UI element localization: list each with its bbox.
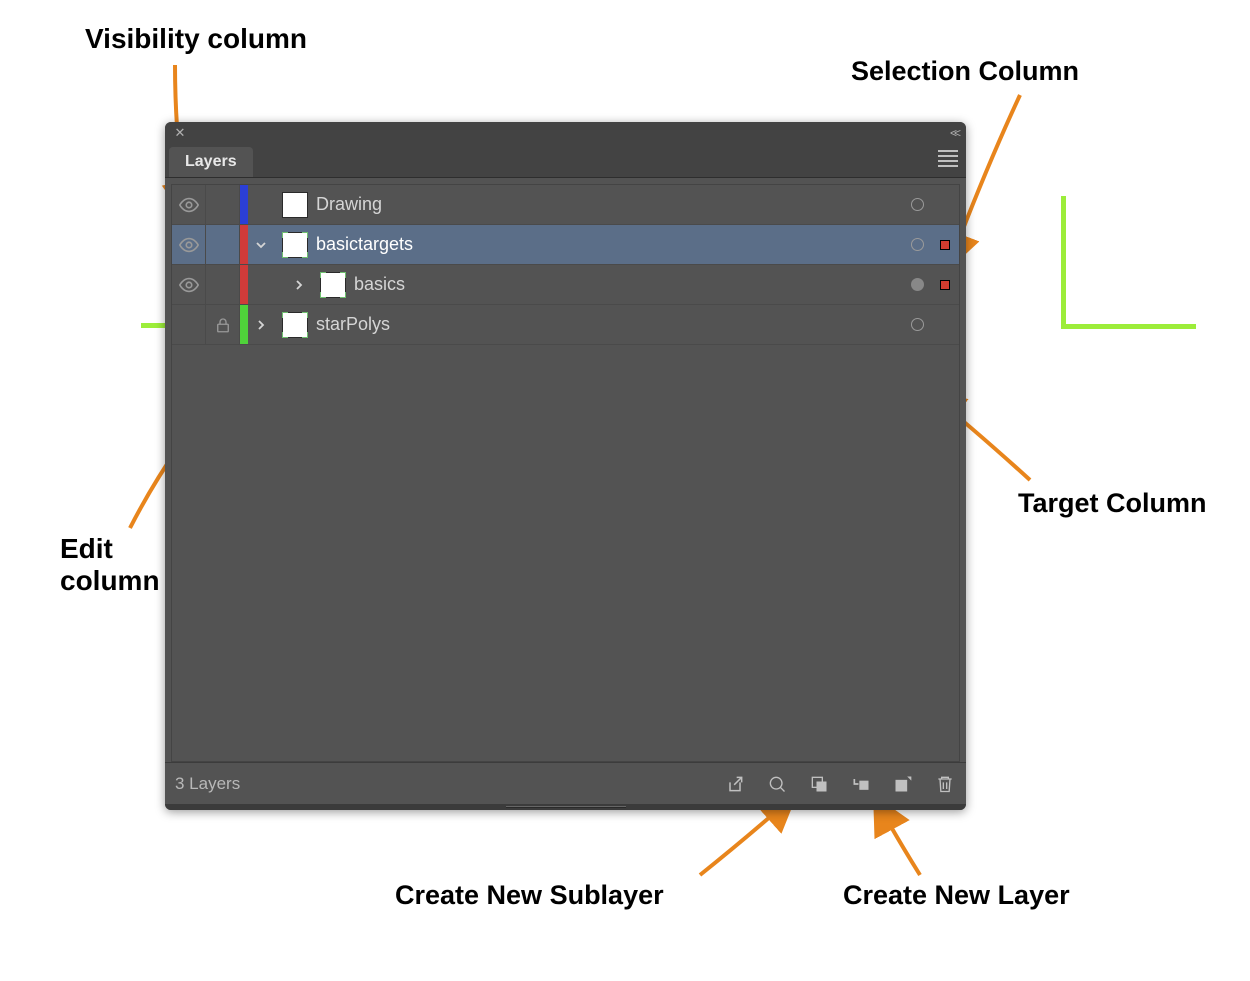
disclosure-triangle[interactable] [248,239,274,251]
layer-name-label[interactable]: basictargets [316,234,903,255]
target-ring-icon [911,318,924,331]
layer-row[interactable]: basictargets [172,225,959,265]
target-ring-icon [911,198,924,211]
export-icon[interactable] [724,773,746,795]
visibility-toggle[interactable] [172,265,206,304]
visibility-toggle[interactable] [172,225,206,264]
visibility-toggle[interactable] [172,305,206,344]
lock-toggle[interactable] [206,225,240,264]
footer-status: 3 Layers [175,774,240,794]
close-icon[interactable]: ✕ [173,125,187,141]
panel-footer: 3 Layers [165,762,966,804]
layer-color-bar [240,305,248,344]
selection-square-icon [940,280,950,290]
target-button[interactable] [903,198,931,211]
disclosure-triangle[interactable] [286,279,312,291]
new-layer-button[interactable] [892,773,914,795]
layer-thumbnail[interactable] [320,272,346,298]
disclosure-triangle[interactable] [248,319,274,331]
layer-row[interactable]: basics [172,265,959,305]
selection-indicator[interactable] [931,280,959,290]
layers-list: Drawing basictargets basics starPolys [171,184,960,762]
layer-name-label[interactable]: Drawing [316,194,903,215]
layer-color-bar [240,185,248,224]
panel-topbar: ✕ << [165,122,966,144]
target-button[interactable] [903,238,931,251]
collapse-icon[interactable]: << [950,126,958,140]
annotation-create-new-layer: Create New Layer [843,880,1070,911]
annotation-target-column: Target Column [1018,488,1207,519]
locate-object-icon[interactable] [766,773,788,795]
annotation-edit-column: Edit column [60,533,160,597]
new-sublayer-button[interactable] [850,773,872,795]
layer-thumbnail[interactable] [282,312,308,338]
visibility-toggle[interactable] [172,185,206,224]
layers-panel: ✕ << Layers Drawing basictargets basics sta… [165,122,966,810]
panel-menu-button[interactable] [938,147,958,175]
target-button[interactable] [903,278,931,291]
lock-toggle[interactable] [206,305,240,344]
lock-toggle[interactable] [206,265,240,304]
layer-name-label[interactable]: starPolys [316,314,903,335]
panel-tabstrip: Layers [165,144,966,178]
annotation-selection-column: Selection Column [851,56,1079,87]
tab-layers[interactable]: Layers [169,147,253,177]
layer-thumbnail[interactable] [282,192,308,218]
footer-toolbar [724,773,956,795]
layer-row[interactable]: starPolys [172,305,959,345]
menu-icon [938,147,958,170]
layer-color-bar [240,225,248,264]
target-button[interactable] [903,318,931,331]
annotation-visibility-column: Visibility column [85,23,307,55]
resize-grip[interactable] [165,804,966,810]
layer-color-bar [240,265,248,304]
layer-row[interactable]: Drawing [172,185,959,225]
clipping-mask-icon[interactable] [808,773,830,795]
selection-indicator[interactable] [931,240,959,250]
target-ring-icon [911,238,924,251]
artboard-corner-right [1061,196,1196,329]
selection-square-icon [940,240,950,250]
lock-toggle[interactable] [206,185,240,224]
delete-icon[interactable] [934,773,956,795]
layer-thumbnail[interactable] [282,232,308,258]
layer-name-label[interactable]: basics [354,274,903,295]
annotation-create-new-sublayer: Create New Sublayer [395,880,664,911]
artboard-corner-left [141,316,165,328]
target-ring-icon [911,278,924,291]
